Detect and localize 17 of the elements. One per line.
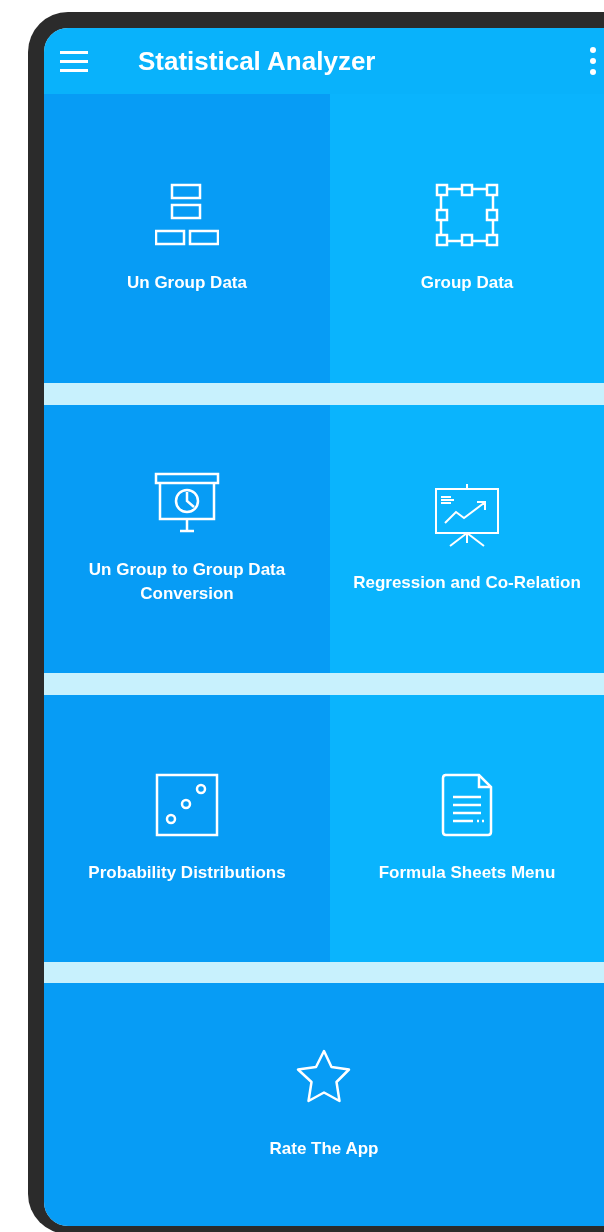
stacked-blocks-icon <box>155 182 219 247</box>
menu-tile[interactable]: Formula Sheets Menu <box>330 695 604 962</box>
menu-tile[interactable]: Probability Distributions <box>44 695 330 962</box>
selection-frame-icon <box>435 182 499 247</box>
menu-tile[interactable]: Un Group to Group Data Conversion <box>44 405 330 673</box>
menu-tile[interactable]: Group Data <box>330 94 604 383</box>
star-icon <box>295 1048 353 1105</box>
trend-chart-board-icon <box>434 483 500 547</box>
document-icon <box>441 772 493 837</box>
menu-tile[interactable]: Un Group Data <box>44 94 330 383</box>
app-title: Statistical Analyzer <box>138 44 376 78</box>
menu-tile[interactable]: Regression and Co-Relation <box>330 405 604 673</box>
dice-icon <box>155 772 219 837</box>
menu-icon[interactable] <box>60 50 88 72</box>
presentation-board-icon <box>154 472 220 534</box>
more-options-icon[interactable] <box>590 47 596 75</box>
menu-tile[interactable]: Rate The App <box>44 983 604 1226</box>
